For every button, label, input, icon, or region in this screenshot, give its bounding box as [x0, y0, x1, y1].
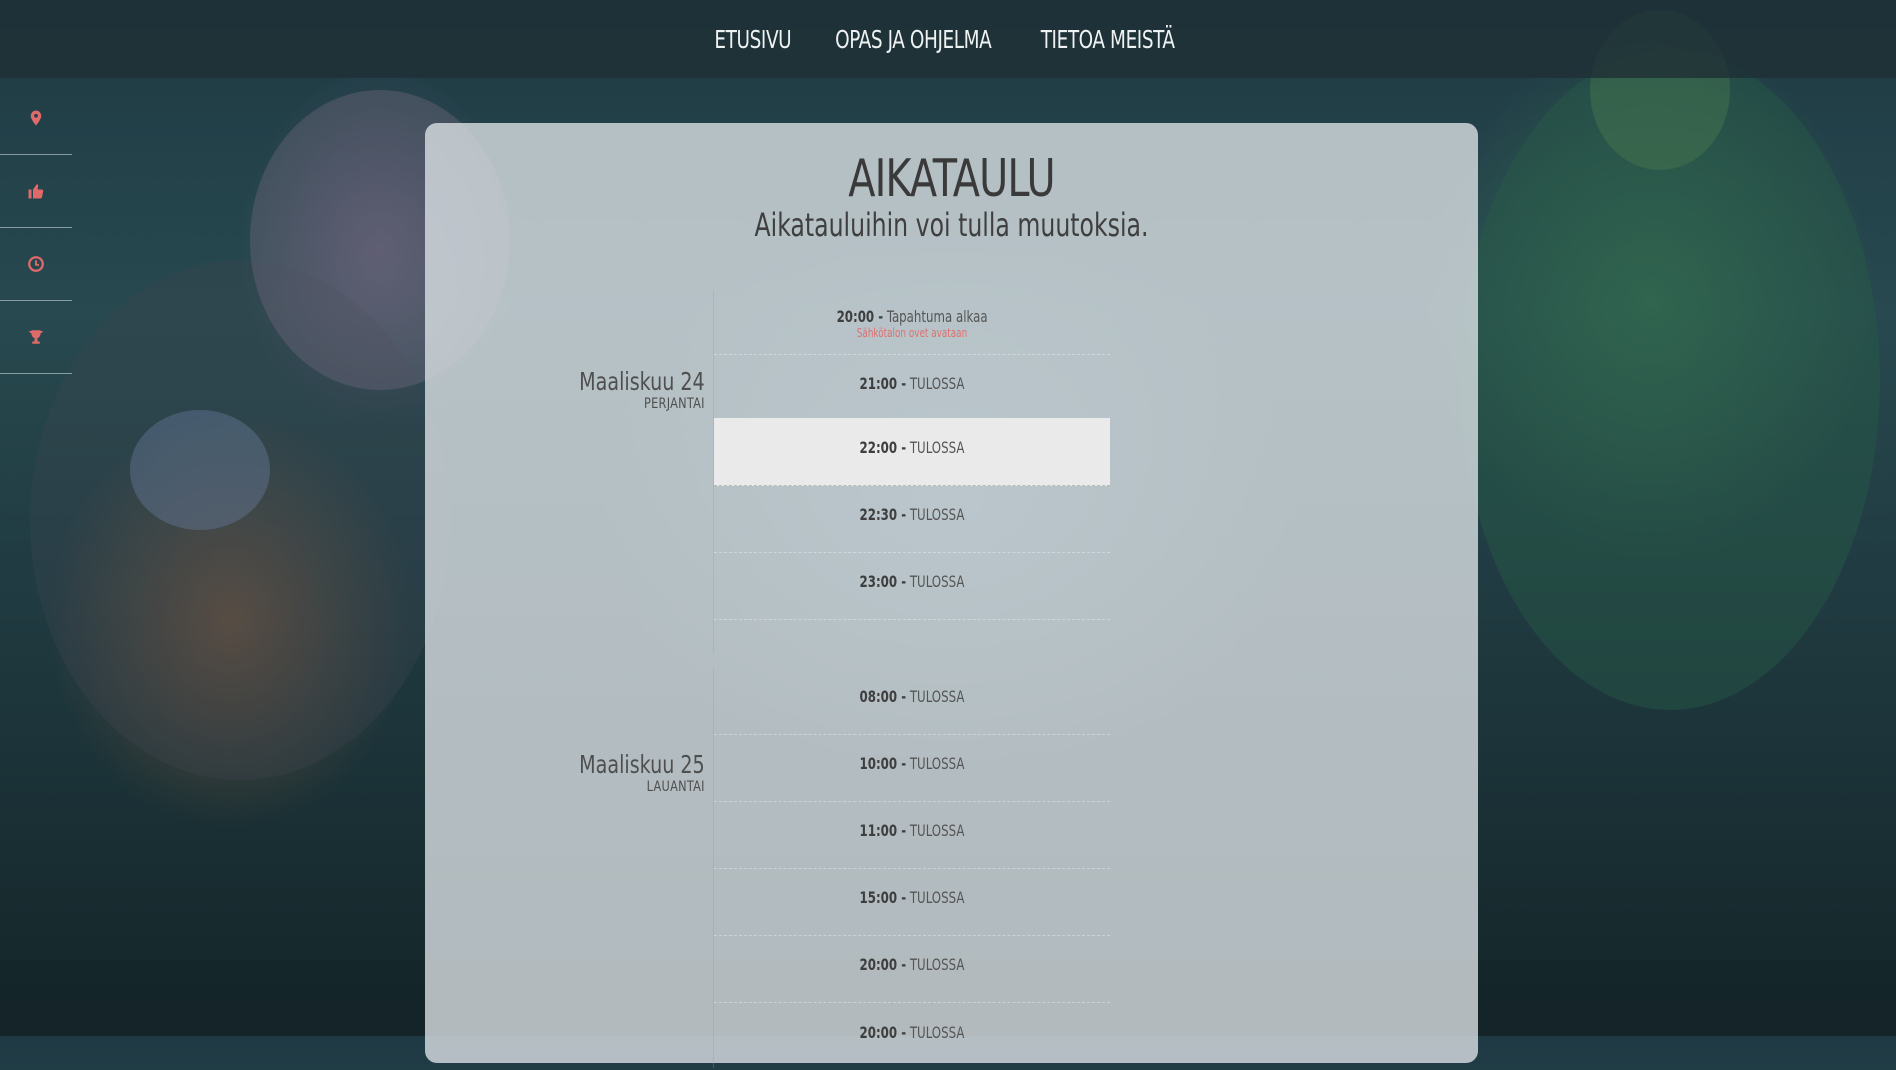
event-time: 15:00 - — [859, 888, 907, 907]
schedule-row: 15:00 - TULOSSA — [714, 868, 1110, 936]
nav-etusivu[interactable]: ETUSIVU — [715, 25, 792, 54]
page-title: AIKATAULU — [848, 149, 1055, 209]
sidebar-item-tournament[interactable] — [0, 301, 72, 374]
schedule-panel: AIKATAULU Aikatauluihin voi tulla muutok… — [425, 123, 1478, 1068]
nav-tietoa-meista[interactable]: TIETOA MEISTÄ — [1041, 25, 1175, 54]
event-time: 23:00 - — [859, 572, 907, 591]
event-time: 11:00 - — [859, 821, 907, 840]
day-weekday: PERJANTAI — [644, 396, 705, 412]
clock-icon — [28, 256, 44, 272]
nav-opas-ja-ohjelma[interactable]: OPAS JA OHJELMA — [835, 25, 992, 54]
event-label: TULOSSA — [909, 754, 965, 773]
schedule-row: 20:00 - TULOSSA — [714, 1003, 1110, 1070]
trophy-icon — [29, 330, 43, 344]
event-label: TULOSSA — [909, 438, 965, 457]
event-note: Sähkötalon ovet avataan — [856, 326, 968, 340]
event-time: 20:00 - — [836, 307, 884, 326]
event-label: TULOSSA — [909, 955, 965, 974]
event-label: TULOSSA — [909, 505, 965, 524]
map-marker-icon — [30, 110, 42, 126]
event-label: TULOSSA — [909, 821, 965, 840]
schedule-row: 22:30 - TULOSSA — [714, 485, 1110, 553]
event-time: 10:00 - — [859, 754, 907, 773]
day-date: Maaliskuu 24 — [579, 367, 705, 396]
schedule-row-highlighted: 22:00 - TULOSSA — [714, 418, 1110, 486]
schedule-row: 11:00 - TULOSSA — [714, 801, 1110, 869]
event-label: TULOSSA — [909, 888, 965, 907]
day-label: Maaliskuu 25 LAUANTAI — [557, 750, 705, 795]
schedule-row: 10:00 - TULOSSA — [714, 734, 1110, 802]
day-label: Maaliskuu 24 PERJANTAI — [557, 367, 705, 412]
sidebar-item-location[interactable] — [0, 82, 72, 155]
event-label: TULOSSA — [909, 374, 965, 393]
day-date: Maaliskuu 25 — [579, 750, 705, 779]
sidebar — [0, 82, 72, 374]
schedule-row: 20:00 - Tapahtuma alkaa Sähkötalon ovet … — [714, 287, 1110, 355]
top-navigation: ETUSIVU OPAS JA OHJELMA TIETOA MEISTÄ — [0, 0, 1896, 78]
schedule-row: 08:00 - TULOSSA — [714, 667, 1110, 735]
sidebar-item-like[interactable] — [0, 155, 72, 228]
event-label: TULOSSA — [909, 687, 965, 706]
event-time: 20:00 - — [859, 1023, 907, 1042]
schedule-row: 21:00 - TULOSSA — [714, 354, 1110, 421]
schedule-row: 20:00 - TULOSSA — [714, 935, 1110, 1003]
event-label: TULOSSA — [909, 1023, 965, 1042]
schedule-row: 23:00 - TULOSSA — [714, 552, 1110, 620]
event-label: TULOSSA — [909, 572, 965, 591]
page-subtitle: Aikatauluihin voi tulla muutoksia. — [754, 206, 1149, 244]
sidebar-item-schedule[interactable] — [0, 228, 72, 301]
event-time: 20:00 - — [859, 955, 907, 974]
event-time: 08:00 - — [859, 687, 907, 706]
day-weekday: LAUANTAI — [646, 779, 705, 795]
thumbs-up-icon — [28, 184, 44, 199]
event-time: 21:00 - — [859, 374, 907, 393]
event-time: 22:30 - — [859, 505, 907, 524]
event-label: Tapahtuma alkaa — [886, 307, 988, 326]
event-time: 22:00 - — [859, 438, 907, 457]
